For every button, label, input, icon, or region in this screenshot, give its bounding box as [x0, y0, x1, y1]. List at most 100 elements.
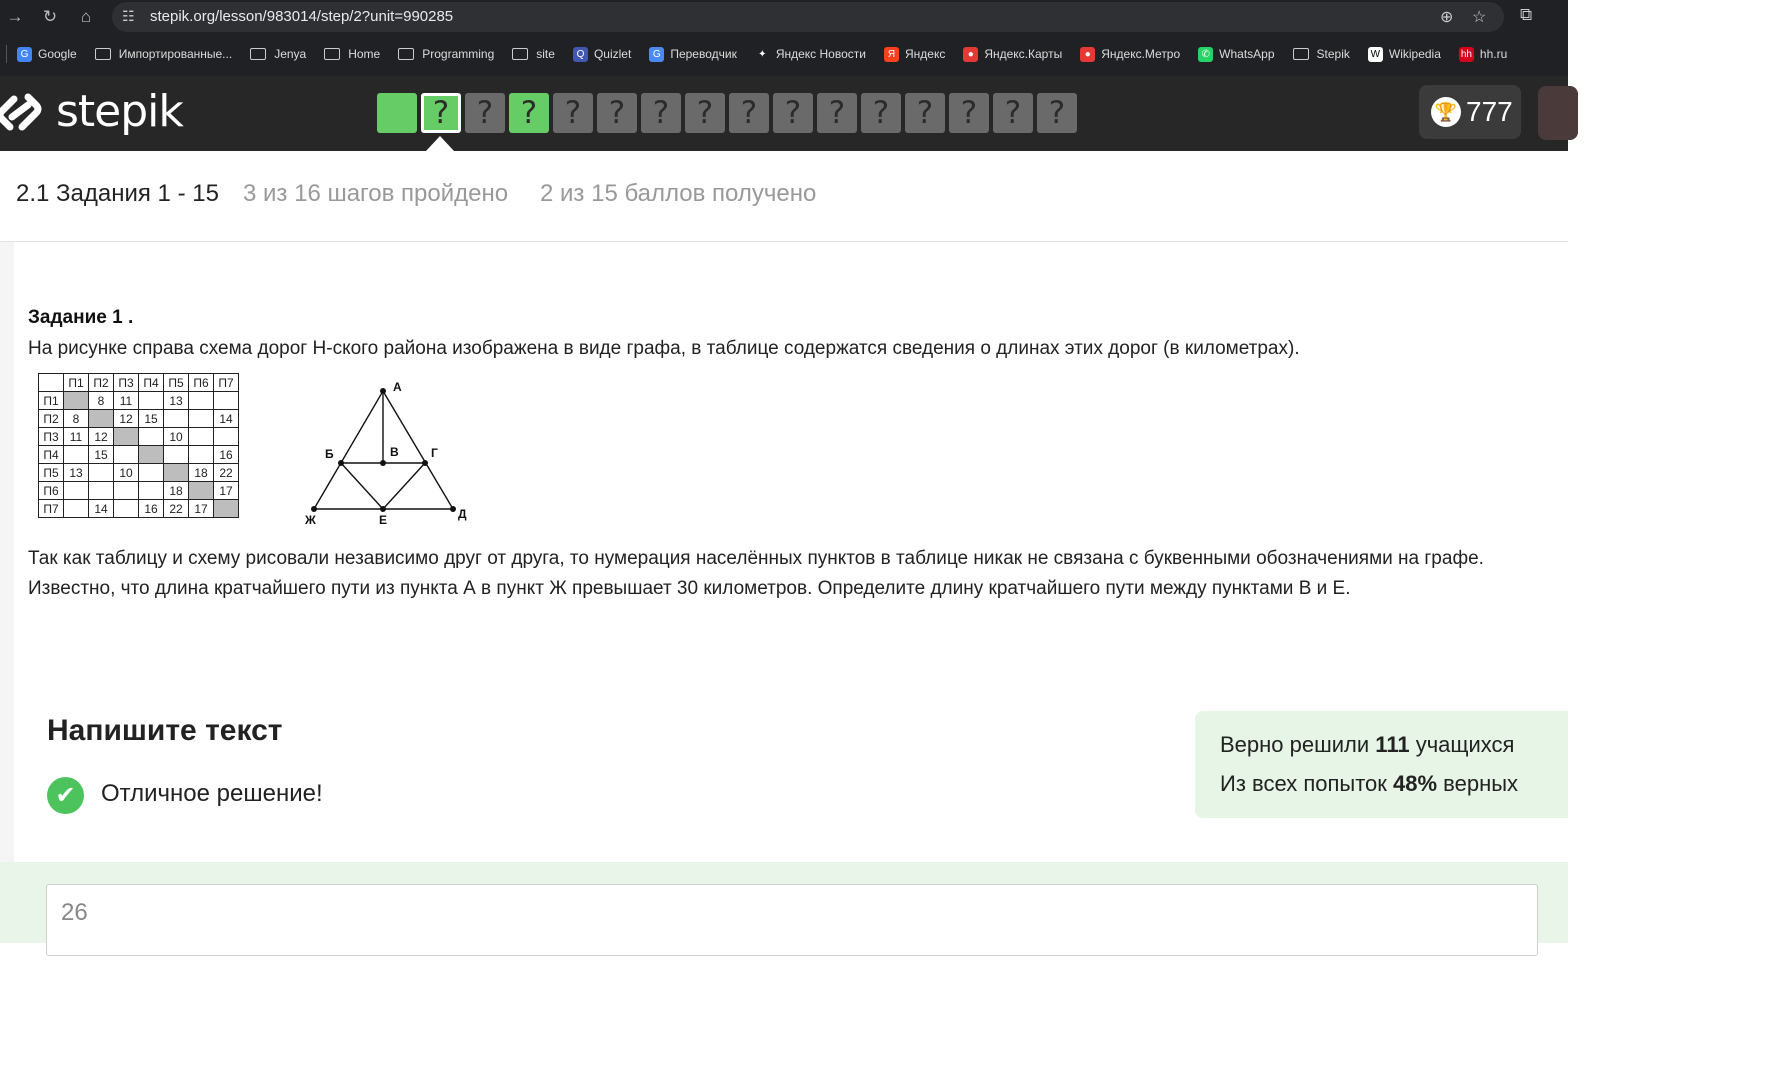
table-cell: П2 [38, 409, 64, 428]
table-cell: 16 [138, 499, 164, 518]
stats-solved-label: Верно решили [1220, 732, 1376, 757]
extensions-icon[interactable]: ⧉ [1520, 5, 1532, 25]
stats-rate: Из всех попыток 48% верных [1220, 771, 1518, 797]
back-arrow-icon[interactable]: → [2, 4, 28, 30]
metro-icon: ● [1080, 46, 1096, 62]
step-5[interactable]: ? [553, 93, 593, 133]
step-14[interactable]: ? [949, 93, 989, 133]
table-cell [163, 409, 189, 428]
bookmark-11[interactable]: ● Яндекс.Метро [1080, 46, 1180, 62]
step-10[interactable]: ? [773, 93, 813, 133]
table-cell [213, 427, 239, 446]
score-badge[interactable]: 🏆 777 [1419, 85, 1521, 139]
bookmark-label: Яндекс [904, 47, 946, 61]
bookmark-1[interactable]: Импортированные... [94, 47, 232, 61]
table-header-cell: П4 [138, 373, 164, 392]
bookmark-4[interactable]: Programming [398, 47, 494, 61]
step-3[interactable]: ? [465, 93, 505, 133]
answer-input[interactable]: 26 [46, 884, 1538, 956]
bookmark-label: WhatsApp [1219, 47, 1275, 61]
label-d: Д [458, 507, 467, 521]
label-a: А [393, 380, 402, 394]
bookmark-10[interactable]: ● Яндекс.Карты [963, 46, 1062, 62]
table-cell: 15 [88, 445, 114, 464]
node-d [450, 506, 456, 512]
table-cell [188, 391, 214, 410]
table-row: П2 8 12 15 14 [38, 409, 239, 428]
folder-icon [1292, 48, 1309, 60]
table-cell [188, 445, 214, 464]
bookmark-9[interactable]: Я Яндекс [883, 46, 946, 62]
answer-value[interactable]: 26 [61, 899, 88, 927]
stats-rate-suffix: верных [1437, 771, 1519, 796]
left-strip [0, 242, 14, 862]
google-icon: G [17, 46, 32, 62]
step-13[interactable]: ? [905, 93, 945, 133]
bookmark-8[interactable]: ✦ Яндекс Новости [754, 46, 866, 62]
stepik-header: stepik ??????????????? 🏆 777 [0, 76, 1578, 151]
table-cell [138, 391, 164, 410]
home-icon[interactable]: ⌂ [73, 4, 99, 30]
bookmark-14[interactable]: W Wikipedia [1367, 46, 1441, 62]
step-11[interactable]: ? [817, 93, 857, 133]
table-header-cell: П1 [63, 373, 89, 392]
bookmark-0[interactable]: G Google [17, 46, 77, 62]
bookmark-label: Jenya [274, 47, 307, 61]
reload-icon[interactable]: ↻ [37, 4, 63, 30]
bookmarks-bar: G Google Импортированные... Jenya Home Progra… [6, 42, 1525, 66]
table-cell: П1 [38, 391, 64, 410]
table-header-row: П1 П2 П3 П4 П5 П6 П7 [38, 373, 239, 392]
bookmark-13[interactable]: Stepik [1292, 47, 1350, 61]
node-g [422, 460, 428, 466]
bookmark-3[interactable]: Home [324, 47, 380, 61]
zoom-icon[interactable]: ⊕ [1440, 7, 1453, 27]
bookmark-12[interactable]: ✆ WhatsApp [1198, 46, 1275, 62]
site-settings-icon[interactable]: ☷ [122, 8, 135, 25]
table-cell [63, 445, 89, 464]
step-12[interactable]: ? [861, 93, 901, 133]
step-7[interactable]: ? [641, 93, 681, 133]
table-header-cell: П6 [188, 373, 214, 392]
bookmark-star-icon[interactable]: ☆ [1472, 7, 1486, 27]
logo-text: stepik [56, 86, 184, 137]
avatar[interactable] [1538, 86, 1578, 140]
step-16[interactable]: ? [1037, 93, 1077, 133]
node-e [380, 506, 386, 512]
bookmark-2[interactable]: Jenya [250, 47, 306, 61]
stepik-logo[interactable]: stepik [0, 86, 184, 137]
table-cell [138, 445, 164, 464]
bookmark-5[interactable]: site [512, 47, 555, 61]
quizlet-icon: Q [572, 46, 588, 62]
table-cell [88, 409, 114, 428]
table-cell [113, 481, 139, 500]
step-1[interactable] [377, 93, 417, 133]
bookmark-7[interactable]: G Переводчик [649, 46, 737, 62]
url-text[interactable]: stepik.org/lesson/983014/step/2?unit=990… [150, 8, 453, 25]
node-zh [311, 506, 317, 512]
step-8[interactable]: ? [685, 93, 725, 133]
table-cell [138, 481, 164, 500]
step-2[interactable]: ? [421, 93, 461, 133]
step-6[interactable]: ? [597, 93, 637, 133]
table-cell: П7 [38, 499, 64, 518]
folder-icon [250, 48, 267, 60]
stats-solved: Верно решили 111 учащихся [1220, 732, 1514, 758]
table-cell: 22 [163, 499, 189, 518]
bookmark-15[interactable]: hh hh.ru [1458, 46, 1507, 62]
address-bar[interactable]: ☷ stepik.org/lesson/983014/step/2?unit=9… [112, 2, 1504, 32]
table-row: П3 11 12 10 [38, 427, 239, 446]
table-cell: П6 [38, 481, 64, 500]
table-cell: 14 [88, 499, 114, 518]
table-row: П5 13 10 18 22 [38, 463, 239, 482]
step-15[interactable]: ? [993, 93, 1033, 133]
bookmark-6[interactable]: Q Quizlet [572, 46, 631, 62]
score-value: 777 [1466, 96, 1513, 127]
table-cell: 13 [163, 391, 189, 410]
solve-stats: Верно решили 111 учащихся Из всех попыто… [1195, 711, 1568, 818]
step-9[interactable]: ? [729, 93, 769, 133]
stats-rate-value: 48% [1393, 771, 1438, 796]
table-row: П1 8 11 13 [38, 391, 239, 410]
table-cell [138, 427, 164, 446]
step-4[interactable]: ? [509, 93, 549, 133]
table-cell: 10 [163, 427, 189, 446]
